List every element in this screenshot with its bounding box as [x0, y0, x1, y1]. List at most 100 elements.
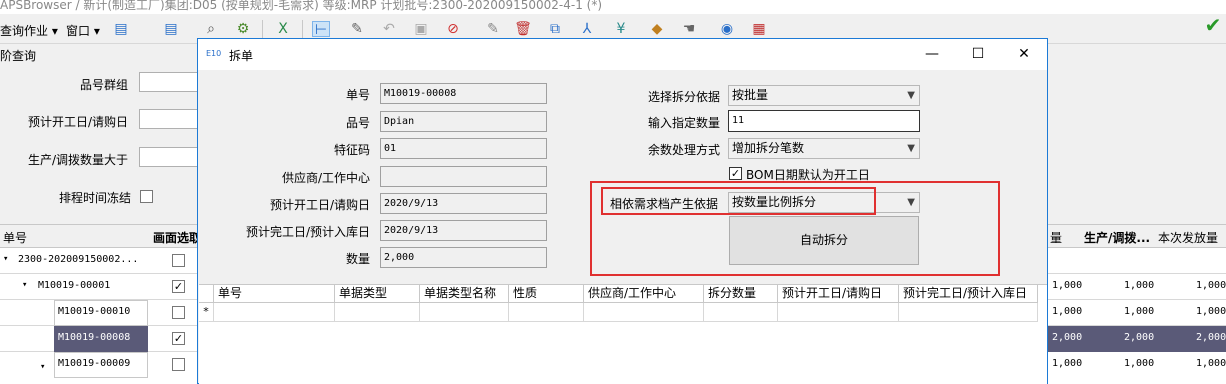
chevron-down-icon: ▼	[907, 143, 915, 154]
row-select-checkbox[interactable]: ✓	[172, 332, 185, 345]
col-select[interactable]: 画面选取	[153, 229, 201, 246]
row-qty: 1,000	[1052, 358, 1083, 369]
remainder-label: 余数处理方式	[648, 143, 721, 157]
new-row-cell[interactable]	[420, 303, 509, 322]
start-date-input[interactable]	[139, 109, 199, 129]
delete-icon[interactable]: 🗑	[514, 21, 532, 37]
qty-filter-label: 生产/调拨数量大于	[28, 153, 129, 167]
subgrid-col-doc-type-name[interactable]: 单据类型名称	[420, 285, 509, 303]
remainder-select[interactable]: 增加拆分笔数 ▼	[728, 138, 920, 159]
col-order-no[interactable]: 单号	[3, 229, 27, 246]
app-logo-icon: E10	[206, 49, 222, 58]
undo-icon[interactable]: ↶	[380, 21, 398, 37]
row-select-checkbox[interactable]	[172, 358, 185, 371]
new-row-cell[interactable]	[335, 303, 420, 322]
window-menu[interactable]: 窗口 ▾	[66, 22, 100, 39]
row-release-qty: 1,000	[1196, 358, 1226, 369]
row-production-qty: 1,000	[1124, 306, 1155, 317]
currency-icon[interactable]: ¥	[612, 21, 630, 37]
subgrid-col-split-qty[interactable]: 拆分数量	[704, 285, 778, 303]
query-panel-title: 阶查询	[0, 49, 37, 63]
split-order-dialog: E10 拆单 — ☐ ✕ 单号 M10019-00008 品号 Dpian 特征…	[197, 38, 1048, 384]
maximize-icon[interactable]: ☐	[955, 39, 1001, 70]
product-label: 品号	[346, 116, 371, 130]
row-release-qty: 1,000	[1196, 306, 1226, 317]
freeze-checkbox[interactable]	[140, 190, 153, 203]
tree-icon[interactable]: ⊢	[312, 21, 330, 38]
split-basis-value: 按批量	[732, 88, 769, 102]
new-row-cell[interactable]	[584, 303, 704, 322]
subgrid-col-doc-type[interactable]: 单据类型	[335, 285, 420, 303]
start-date-dialog-label: 预计开工日/请购日	[270, 198, 371, 212]
start-date-label: 预计开工日/请购日	[28, 115, 129, 129]
clock-icon[interactable]: ◉	[718, 21, 736, 37]
tree-toggle-icon[interactable]: ▾	[22, 280, 27, 290]
qty-filter-input[interactable]	[139, 147, 199, 167]
row-order-no: M10019-00001	[38, 280, 111, 291]
edit-icon[interactable]: ✎	[348, 21, 366, 37]
app-title: APSBrowser / 新计(制造工厂)集团:D05 (按单规划-毛需求) 等…	[0, 0, 603, 12]
subgrid-col-start-date[interactable]: 预计开工日/请购日	[778, 285, 899, 303]
remainder-value: 增加拆分笔数	[732, 141, 805, 155]
save-icon[interactable]: ▣	[412, 21, 430, 37]
minimize-icon[interactable]: —	[909, 39, 955, 70]
calendar-icon[interactable]: ▦	[750, 21, 768, 37]
tree-toggle-icon[interactable]: ▾	[40, 362, 45, 372]
subgrid-col-end-date[interactable]: 预计完工日/预计入库日	[899, 285, 1038, 303]
toolbar-separator	[262, 20, 263, 40]
dialog-titlebar[interactable]: E10 拆单 — ☐ ✕	[198, 39, 1047, 70]
close-icon[interactable]: ✕	[1001, 39, 1047, 70]
app-titlebar: APSBrowser / 新计(制造工厂)集团:D05 (按单规划-毛需求) 等…	[0, 0, 1226, 14]
product-group-input[interactable]	[139, 72, 199, 92]
col-release-qty[interactable]: 本次发放量	[1158, 229, 1218, 246]
row-select-checkbox[interactable]	[172, 254, 185, 267]
query-menu[interactable]: 查询作业 ▾	[0, 22, 58, 39]
chevron-down-icon: ▼	[907, 90, 915, 101]
preview-icon[interactable]: ⌕	[202, 21, 220, 37]
start-date-field: 2020/9/13	[380, 193, 547, 214]
confirm-check-icon[interactable]: ✔	[1202, 15, 1224, 39]
new-row-cell[interactable]	[778, 303, 899, 322]
bom-date-checkbox[interactable]: ✓	[729, 167, 742, 180]
col-production-qty[interactable]: 生产/调拨...	[1084, 229, 1150, 246]
hand-icon[interactable]: ☚	[680, 21, 698, 37]
row-select-checkbox[interactable]: ✓	[172, 280, 185, 293]
row-select-checkbox[interactable]	[172, 306, 185, 319]
subgrid-col-supplier[interactable]: 供应商/工作中心	[584, 285, 704, 303]
new-row-cell[interactable]	[509, 303, 584, 322]
quantity-field: 2,000	[380, 247, 547, 268]
col-qty[interactable]: 量	[1050, 229, 1062, 246]
row-order-no: M10019-00009	[58, 358, 131, 369]
row-indicator-header	[199, 285, 214, 303]
excel-icon[interactable]: X	[274, 21, 292, 37]
row-qty: 2,000	[1052, 332, 1083, 343]
row-production-qty: 1,000	[1124, 280, 1155, 291]
row-order-no: 2300-202009150002...	[18, 254, 139, 265]
new-doc-icon[interactable]: ▤	[112, 21, 130, 37]
new-row-cell[interactable]	[704, 303, 778, 322]
order-no-field: M10019-00008	[380, 83, 547, 104]
document-icon[interactable]: ▤	[162, 21, 180, 37]
cancel-icon[interactable]: ⊘	[444, 21, 462, 37]
modify-icon[interactable]: ✎	[484, 21, 502, 37]
input-qty-field[interactable]: 11	[728, 110, 920, 132]
copy-icon[interactable]: ⧉	[546, 21, 564, 37]
tree-toggle-icon[interactable]: ▾	[3, 254, 8, 264]
order-no-label: 单号	[346, 88, 371, 102]
dialog-title: 拆单	[229, 49, 254, 63]
toolbar-separator	[302, 20, 303, 40]
split-basis-select[interactable]: 按批量 ▼	[728, 85, 920, 106]
new-row-cell[interactable]	[214, 303, 335, 322]
quantity-label: 数量	[346, 252, 371, 266]
subgrid-col-order-no[interactable]: 单号	[214, 285, 335, 303]
split-icon[interactable]: ⅄	[578, 21, 596, 37]
feature-label: 特征码	[334, 143, 371, 157]
new-row-cell[interactable]	[899, 303, 1038, 322]
product-group-label: 品号群组	[80, 78, 129, 92]
new-row-marker: *	[199, 303, 214, 322]
split-result-grid: 单号 单据类型 单据类型名称 性质 供应商/工作中心 拆分数量 预计开工日/请购…	[199, 284, 1047, 384]
subgrid-col-nature[interactable]: 性质	[509, 285, 584, 303]
row-qty: 1,000	[1052, 280, 1083, 291]
settings-icon[interactable]: ⚙	[234, 21, 252, 37]
tag-icon[interactable]: ◆	[648, 21, 666, 37]
